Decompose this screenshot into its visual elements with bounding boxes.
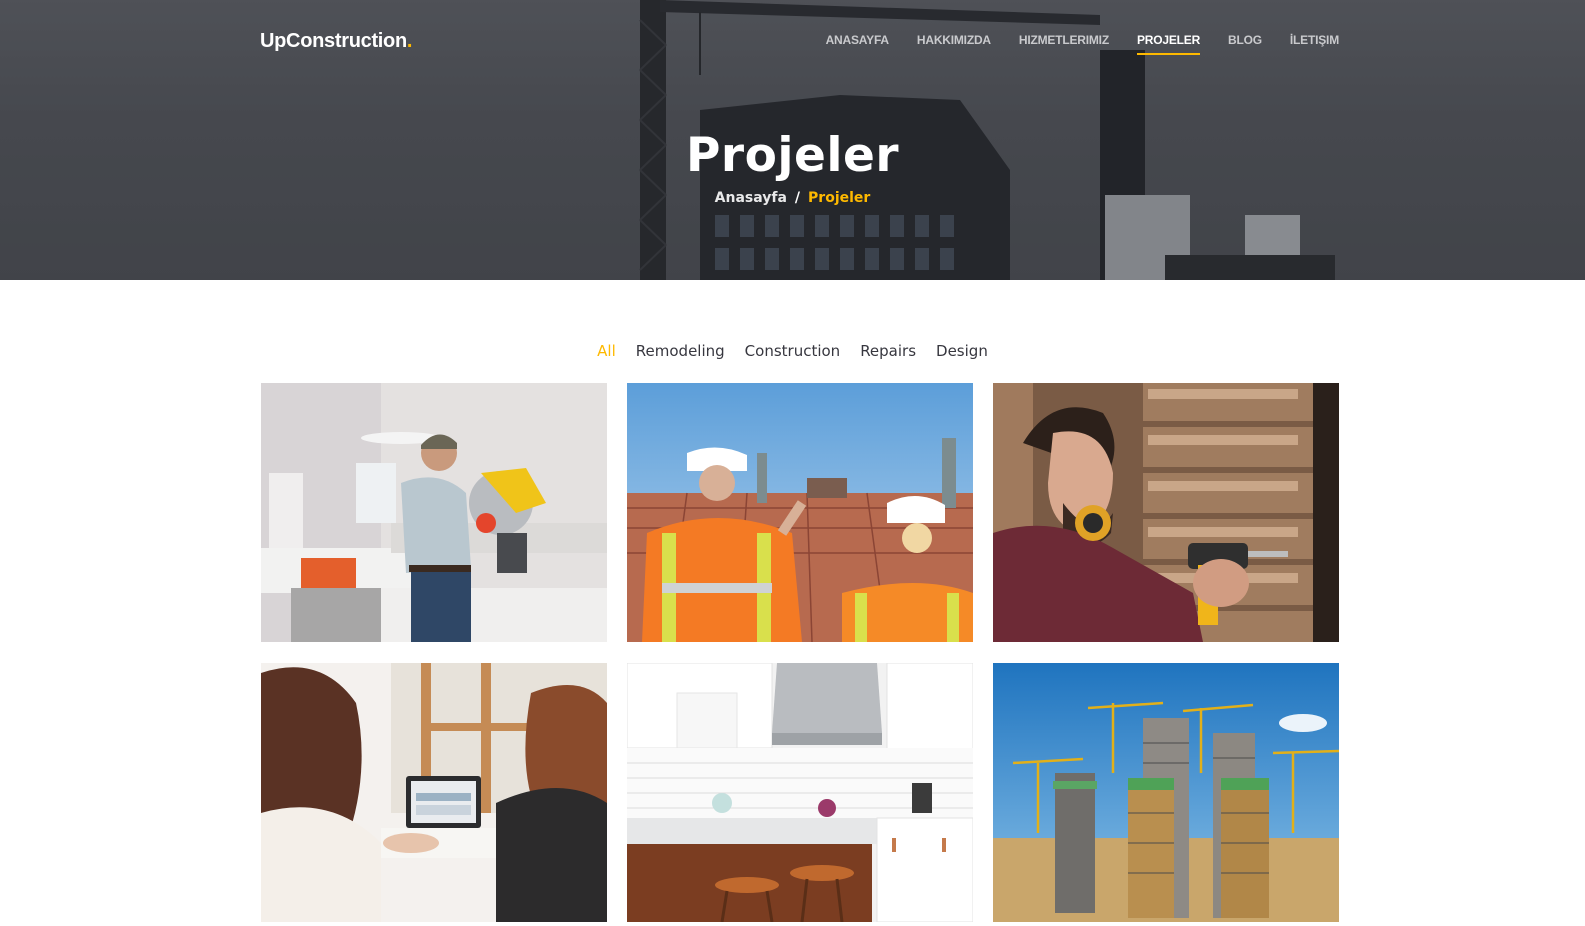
project-card[interactable] [993,663,1339,922]
nav-item-projeler[interactable]: PROJELER [1136,33,1200,55]
towers-under-construction-image [993,663,1339,922]
filter-all[interactable]: All [597,342,616,360]
nav-item-hizmetlerimiz[interactable]: HIZMETLERIMIZ [1019,33,1109,55]
filter-repairs[interactable]: Repairs [860,342,916,360]
breadcrumb-separator: / [794,190,801,206]
brand-name: UpConstruction [260,30,407,52]
project-card[interactable] [993,383,1339,642]
project-card[interactable] [261,663,607,922]
brand-logo[interactable]: UpConstruction. [260,30,412,53]
page-title: Projeler [685,128,900,183]
breadcrumb: Anasayfa / Projeler [0,190,1585,206]
hero-banner: UpConstruction. ANASAYFA HAKKIMIZDA HIZM… [0,0,1585,280]
nav-item-blog[interactable]: BLOG [1228,33,1262,55]
filter-design[interactable]: Design [936,342,988,360]
project-card[interactable] [627,383,973,642]
nav-item-anasayfa[interactable]: ANASAYFA [826,33,890,55]
carpenter-drill-image [993,383,1339,642]
filter-construction[interactable]: Construction [745,342,841,360]
project-filters: All Remodeling Construction Repairs Desi… [0,342,1585,360]
project-card[interactable] [261,383,607,642]
main-nav: ANASAYFA HAKKIMIZDA HIZMETLERIMIZ PROJEL… [826,33,1339,55]
breadcrumb-home-link[interactable]: Anasayfa [715,190,787,206]
site-inspection-image [627,383,973,642]
filter-remodeling[interactable]: Remodeling [636,342,725,360]
design-meeting-image [261,663,607,922]
nav-item-iletisim[interactable]: İLETIŞIM [1290,33,1339,55]
breadcrumb-current: Projeler [808,190,871,206]
workers-saw-image [261,383,607,642]
brand-dot: . [406,30,413,52]
kitchen-remodel-image [627,663,973,922]
project-card[interactable] [627,663,973,922]
nav-item-hakkimizda[interactable]: HAKKIMIZDA [917,33,991,55]
